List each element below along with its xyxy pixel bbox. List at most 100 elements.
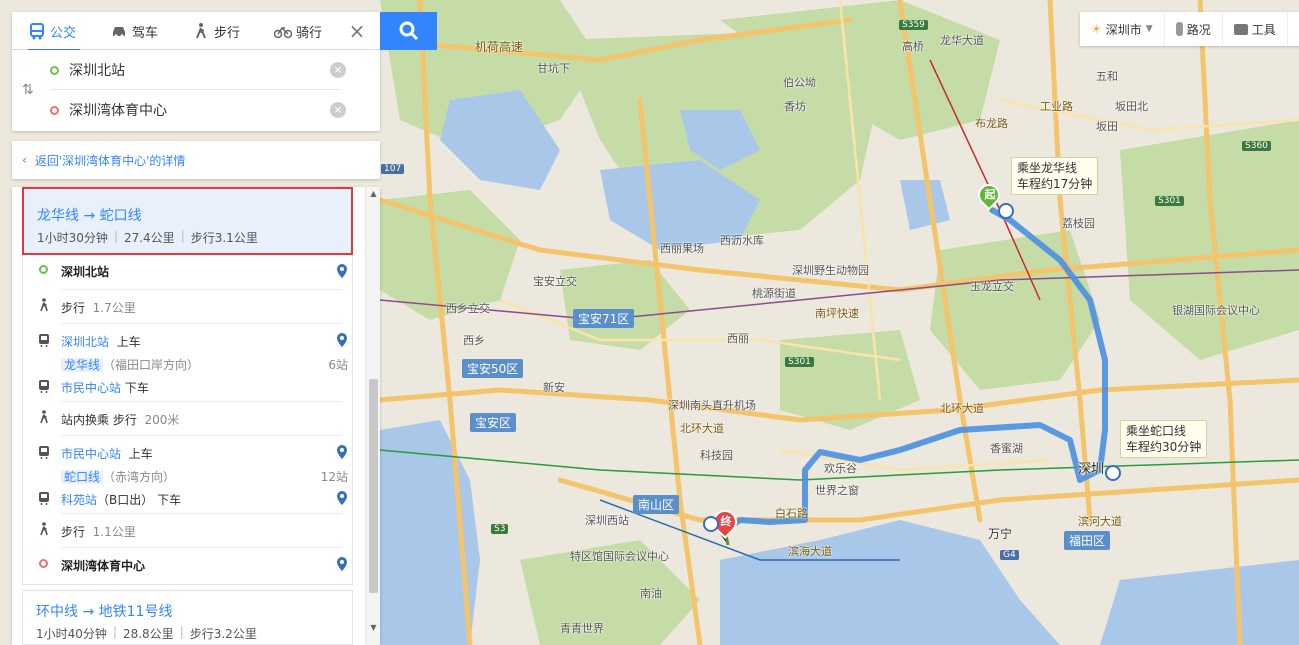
step-transfer: 站内换乘 步行 200米 [23, 401, 354, 435]
alight-action: 下车 [124, 381, 149, 395]
route-walk: 步行3.2公里 [189, 627, 257, 641]
separator: | [113, 229, 118, 243]
route-option-2[interactable]: 环中线 → 地铁11号线 1小时40分钟 | 28.8公里 | 步行3.2公里 [22, 590, 353, 645]
location-pin-icon[interactable] [336, 445, 348, 459]
map-label: 香坊 [784, 100, 806, 113]
city-selector[interactable]: ☀ 深圳市 ▼ [1080, 12, 1165, 46]
separator: | [179, 625, 184, 639]
clear-origin-icon[interactable]: × [330, 62, 346, 78]
step-end-label: 深圳湾体育中心 [61, 559, 146, 573]
location-pin-icon[interactable] [336, 491, 348, 505]
start-marker-label: 起 [984, 188, 996, 201]
map-label: 甘坑下 [537, 62, 570, 75]
metro-station-icon [1105, 465, 1121, 481]
stop-count: 12站 [320, 470, 348, 484]
map-label: 深圳野生动物园 [792, 264, 869, 277]
line-name[interactable]: 龙华线 [61, 358, 104, 372]
map-label: 滨河大道 [1078, 515, 1122, 528]
map-label: 五和 [1096, 70, 1118, 83]
scrollbar-thumb[interactable] [369, 379, 378, 593]
close-icon[interactable]: × [347, 21, 367, 41]
route-summary: 1小时40分钟 | 28.8公里 | 步行3.2公里 [36, 625, 257, 642]
route-time: 1小时40分钟 [36, 627, 107, 641]
map-label: 银湖国际会议中心 [1172, 304, 1260, 317]
map-label: 高桥 [902, 40, 924, 53]
alight-station[interactable]: 市民中心站 [61, 381, 121, 395]
results-scrollbar[interactable]: ▲ ▼ [365, 187, 380, 645]
route-walk: 步行3.1公里 [190, 231, 258, 245]
map-label: 深圳南头直升机场 [668, 399, 756, 412]
map-label: 青青世界 [560, 622, 604, 635]
destination-field[interactable]: 深圳湾体育中心 × [50, 91, 346, 129]
district-label: 宝安71区 [573, 309, 635, 328]
tools-label: 工具 [1251, 22, 1276, 37]
tab-bus-label: 公交 [50, 25, 77, 41]
location-pin-icon[interactable] [336, 264, 348, 278]
scroll-down-icon[interactable]: ▼ [369, 623, 378, 632]
map-label: 荔枝园 [1062, 217, 1095, 230]
walk-label: 步行 [61, 301, 86, 315]
board-station[interactable]: 市民中心站 [61, 447, 121, 461]
highway-badge: S301 [785, 357, 814, 367]
traffic-label: 路况 [1186, 22, 1211, 37]
alight-exit: （B口出） [97, 493, 154, 507]
route-steps: 深圳北站 步行 1.7公里 深圳北站 上车 龙华线 （福田口岸方向） 6站 市民中… [22, 255, 353, 585]
tab-walk[interactable]: 步行 [192, 12, 240, 50]
tab-drive[interactable]: 驾车 [110, 12, 158, 50]
tools-button[interactable]: 工具 [1223, 12, 1288, 46]
location-pin-icon[interactable] [336, 333, 348, 347]
map-label: 坂田 [1096, 120, 1118, 133]
highway-badge: S359 [899, 20, 928, 30]
map-label: 欢乐谷 [824, 462, 857, 475]
step-walk: 步行 1.1公里 [23, 513, 354, 547]
alight-action: 下车 [157, 493, 182, 507]
swap-icon[interactable]: ⇅ [22, 82, 34, 98]
traffic-light-icon [1175, 22, 1183, 36]
transfer-label: 站内换乘 步行 [61, 413, 137, 427]
route-title: 龙华线 → 蛇口线 [37, 208, 142, 224]
bus-icon [30, 23, 44, 40]
search-icon [399, 21, 418, 41]
destination-value: 深圳湾体育中心 [69, 103, 167, 119]
search-button[interactable] [380, 12, 437, 50]
tab-bus[interactable]: 公交 [28, 12, 80, 51]
map-label: 南坪快速 [815, 307, 859, 320]
origin-field[interactable]: 深圳北站 × [50, 51, 346, 89]
walk-icon [40, 522, 48, 536]
clear-destination-icon[interactable]: × [330, 102, 346, 118]
location-pin-icon[interactable] [336, 557, 348, 571]
metro-station-icon [703, 516, 719, 532]
tab-cycle[interactable]: 骑行 [274, 12, 322, 50]
stop-count: 6站 [328, 358, 348, 372]
map-label: 香蜜湖 [990, 442, 1023, 455]
map-label: 白石路 [775, 507, 808, 520]
map-label: 滨海大道 [788, 545, 832, 558]
district-label: 宝安区 [470, 413, 517, 432]
map-label: 西丽 [727, 332, 749, 345]
chevron-left-icon: ‹ [22, 153, 27, 167]
map-label: 西乡 [463, 334, 485, 347]
traffic-button[interactable]: 路况 [1165, 12, 1223, 46]
weather-icon: ☀ [1091, 22, 1102, 36]
transfer-distance: 200米 [144, 413, 180, 427]
walk-icon [196, 23, 206, 39]
board-action: 上车 [128, 447, 153, 461]
bicycle-icon [274, 26, 292, 39]
route-distance: 28.8公里 [122, 627, 174, 641]
alight-station[interactable]: 科苑站 [61, 493, 97, 507]
scroll-up-icon[interactable]: ▲ [369, 189, 378, 198]
district-label: 宝安50区 [462, 359, 524, 378]
line-name[interactable]: 蛇口线 [61, 470, 104, 484]
tab-walk-label: 步行 [214, 25, 241, 41]
map-label: 深圳 [1078, 462, 1105, 477]
board-station[interactable]: 深圳北站 [61, 335, 109, 349]
route-option-1[interactable]: 龙华线 → 蛇口线 1小时30分钟 | 27.4公里 | 步行3.1公里 [22, 187, 353, 255]
back-to-details-link[interactable]: ‹ 返回'深圳湾体育中心'的详情 [12, 141, 380, 179]
callout-line: 车程约30分钟 [1126, 440, 1202, 454]
map-label: 龙华大道 [940, 34, 984, 47]
map-label: 布龙路 [975, 117, 1008, 130]
map-label: 世界之窗 [815, 484, 859, 497]
map-label: 北环大道 [940, 402, 984, 415]
board-action: 上车 [116, 335, 141, 349]
line-direction: （赤湾方向） [103, 470, 176, 484]
